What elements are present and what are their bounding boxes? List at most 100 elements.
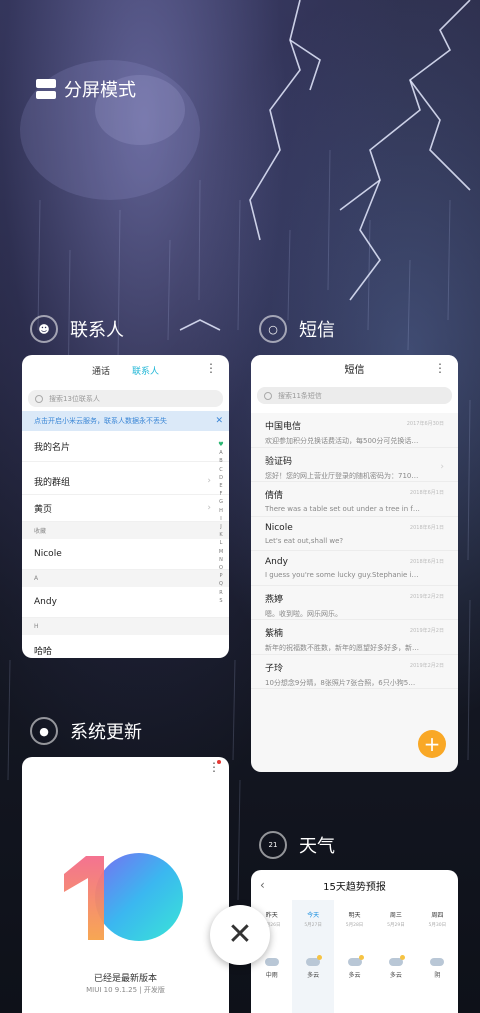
weather-app-label: 21 天气 (259, 831, 335, 859)
contact-row[interactable]: 哈哈 (22, 635, 229, 658)
contacts-app-card[interactable]: 通话 联系人 ⋮ 搜索13位联系人 点击开启小米云服务，联系人数据永不丢失 ✕ … (22, 355, 229, 658)
section-a: A (22, 570, 229, 587)
sms-search-input[interactable]: 搜索11条短信 (257, 387, 452, 404)
weather-app-name: 天气 (299, 836, 335, 857)
alphabet-letter[interactable]: H (217, 507, 225, 515)
new-message-button[interactable]: + (418, 730, 446, 758)
contact-name: Nicole (34, 549, 62, 559)
alphabet-letter[interactable]: I (217, 515, 225, 523)
message-row[interactable]: 验证码 您好！您的网上营业厅登录的随机密码为：71067... › (251, 447, 458, 482)
alphabet-index[interactable]: ♥ ABCDEFGHIJKLMNOPQRS (217, 441, 225, 605)
forecast-day[interactable]: 周四 5月30日阴 (417, 900, 458, 1013)
day-date: 5月29日 (387, 923, 405, 928)
contacts-search-input[interactable]: 搜索13位联系人 (28, 390, 223, 407)
day-name: 周四 (431, 912, 444, 919)
alphabet-letter[interactable]: J (217, 523, 225, 531)
alphabet-letter[interactable]: N (217, 556, 225, 564)
message-row[interactable]: 子玲 10分想念9分晴，8张照片7张合照，6只小狗5只... 2019年2月2日 (251, 654, 458, 689)
miui-10-logo-icon (64, 853, 183, 941)
more-options-icon[interactable]: ⋮ (434, 362, 446, 374)
alphabet-letter[interactable]: L (217, 539, 225, 547)
message-row[interactable]: Andy I guess you're some lucky guy.Stepha… (251, 551, 458, 586)
alphabet-letter[interactable]: R (217, 589, 225, 597)
contact-name: 哈哈 (34, 646, 53, 657)
weather-app-card[interactable]: ‹ 15天趋势预报 昨天 5月26日 中雨 今天 5月27日 多云 明天 5月28日 多云 周三 5… (251, 870, 458, 1013)
notification-dot (217, 760, 221, 764)
weather-app-icon: 21 (259, 831, 287, 859)
message-date: 2018年6月1日 (409, 559, 444, 565)
search-icon (264, 391, 272, 400)
my-groups-label: 我的群组 (34, 477, 71, 488)
contacts-app-name: 联系人 (70, 320, 124, 341)
message-preview: There was a table set out under a tree i… (265, 505, 420, 513)
alphabet-letter[interactable]: D (217, 474, 225, 482)
close-icon: ✕ (227, 917, 253, 952)
alphabet-letter[interactable]: O (217, 564, 225, 572)
day-condition: 多云 (389, 972, 402, 979)
contact-name: Andy (34, 597, 57, 607)
cloud-sync-banner[interactable]: 点击开启小米云服务，联系人数据永不丢失 ✕ (22, 411, 229, 431)
day-date: 5月27日 (304, 923, 322, 928)
day-name: 周三 (389, 912, 402, 919)
update-app-card[interactable]: ⋮ 已经是最新版本 MIUI 10 9.1.25 | 开发版 (22, 757, 229, 1013)
partly-cloudy-icon (347, 955, 364, 966)
alphabet-letter[interactable]: C (217, 466, 225, 474)
tab-contacts[interactable]: 联系人 (132, 364, 159, 386)
cloud-icon (430, 958, 445, 966)
forecast-day[interactable]: 周三 5月29日多云 (375, 900, 416, 1013)
message-preview: Let's eat out,shall we? (265, 536, 344, 545)
favorites-heart-icon: ♥ (218, 441, 224, 448)
partly-cloudy-icon (388, 955, 405, 966)
alphabet-letter[interactable]: Q (217, 580, 225, 588)
forecast-day[interactable]: 明天 5月28日 多云 (334, 900, 375, 1013)
my-groups-row[interactable]: 我的群组 › (22, 468, 229, 495)
message-date: 2018年6月1日 (409, 490, 444, 496)
back-arrow-icon[interactable]: ‹ (260, 878, 265, 892)
my-card-row[interactable]: 我的名片 (22, 431, 229, 462)
weather-title: 15天趋势预报 (323, 881, 386, 893)
contacts-app-icon: ☻ (30, 315, 58, 343)
alphabet-letter[interactable]: B (217, 457, 225, 465)
chevron-right-icon: › (207, 503, 211, 513)
day-condition: 多云 (307, 972, 320, 979)
alphabet-letter[interactable]: M (217, 548, 225, 556)
message-row[interactable]: 中国电信 欢迎参加积分兑换话费活动，每500分可兑换话费... 2017年6月30日 (251, 413, 458, 448)
day-name: 今天 (307, 912, 320, 919)
close-banner-icon[interactable]: ✕ (215, 416, 223, 426)
forecast-day[interactable]: 今天 5月27日多云 (292, 900, 334, 1013)
message-row[interactable]: Nicole Let's eat out,shall we? 2018年6月1日 (251, 516, 458, 551)
contact-row[interactable]: Nicole (22, 539, 229, 570)
clear-all-button[interactable]: ✕ (210, 905, 270, 965)
message-row[interactable]: 紫楠 新年的祝福数不胜数，新年的愿望好多好多，新年... 2019年2月2日 (251, 620, 458, 655)
sms-search-placeholder: 搜索11条短信 (278, 391, 322, 400)
split-screen-label: 分屏模式 (64, 80, 136, 101)
alphabet-letter[interactable]: A (217, 449, 225, 457)
plus-icon: + (423, 732, 441, 756)
message-preview: 欢迎参加积分兑换话费活动，每500分可兑换话费... (265, 437, 420, 445)
more-options-icon[interactable]: ⋮ (205, 362, 217, 374)
contact-row[interactable]: Andy (22, 587, 229, 618)
message-row[interactable]: 燕婷 嗯。收到啦。网乐网乐。 2019年2月2日 (251, 585, 458, 620)
alphabet-letter[interactable]: P (217, 572, 225, 580)
alphabet-letter[interactable]: K (217, 531, 225, 539)
update-app-icon: ● (30, 717, 58, 745)
split-screen-button[interactable]: 分屏模式 (36, 76, 136, 102)
alphabet-letter[interactable]: F (217, 490, 225, 498)
tab-calls[interactable]: 通话 (92, 364, 110, 386)
cloud-sync-banner-text: 点击开启小米云服务，联系人数据永不丢失 (34, 417, 167, 425)
alphabet-letter[interactable]: G (217, 498, 225, 506)
message-row[interactable]: 倩倩 There was a table set out under a tree… (251, 482, 458, 517)
alphabet-letter[interactable]: S (217, 597, 225, 605)
partly-cloudy-icon (306, 955, 323, 966)
yellow-pages-row[interactable]: 黄页 › (22, 495, 229, 522)
day-condition: 阴 (434, 972, 441, 979)
message-date: 2019年2月2日 (409, 628, 444, 634)
sms-app-icon: ○ (259, 315, 287, 343)
day-name: 明天 (348, 912, 361, 919)
message-preview: 10分想念9分晴，8张照片7张合照，6只小狗5只... (265, 678, 420, 687)
sms-app-card[interactable]: 短信 ⋮ 搜索11条短信 中国电信 欢迎参加积分兑换话费活动，每500分可兑换话费… (251, 355, 458, 772)
alphabet-letter[interactable]: E (217, 482, 225, 490)
day-condition: 多云 (348, 972, 361, 979)
sms-app-name: 短信 (299, 320, 335, 341)
sms-app-label: ○ 短信 (259, 315, 335, 343)
